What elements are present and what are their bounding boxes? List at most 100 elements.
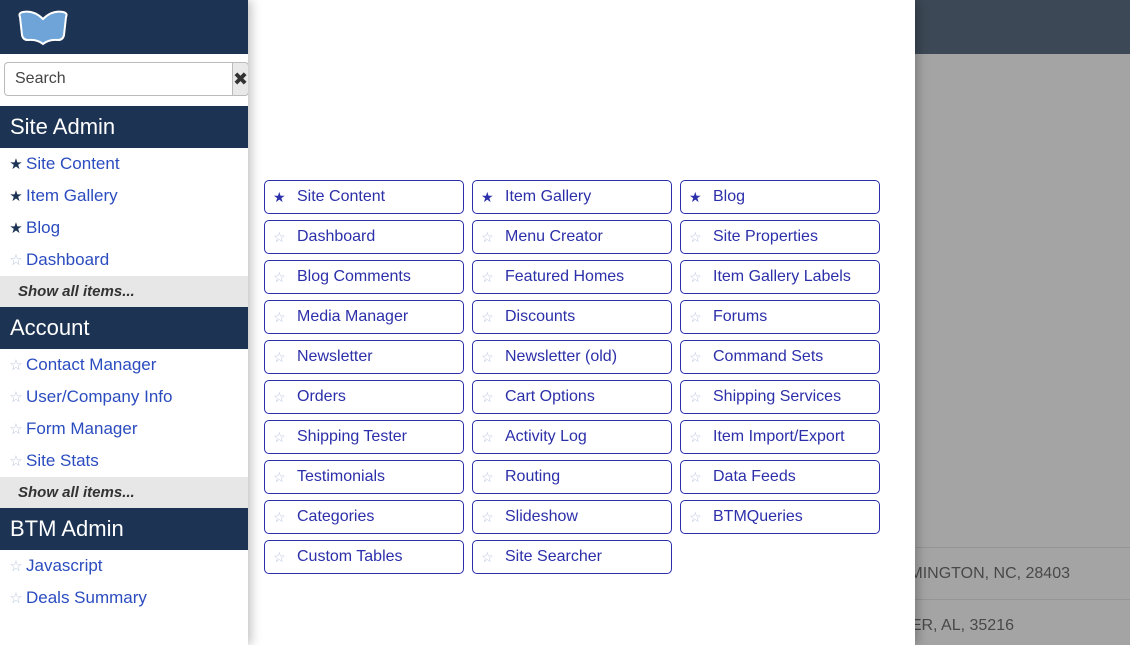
star-outline-icon[interactable]: ☆ xyxy=(6,251,26,269)
flyout-item-label: Site Properties xyxy=(713,228,818,246)
star-outline-icon[interactable]: ☆ xyxy=(6,557,26,575)
star-outline-icon[interactable]: ☆ xyxy=(689,389,709,406)
flyout-item[interactable]: ☆Shipping Services xyxy=(680,380,880,414)
sidebar-item-label: Site Content xyxy=(26,154,120,174)
star-outline-icon[interactable]: ☆ xyxy=(273,429,293,446)
star-outline-icon[interactable]: ☆ xyxy=(6,420,26,438)
star-outline-icon[interactable]: ☆ xyxy=(689,509,709,526)
search-input[interactable] xyxy=(4,62,232,96)
flyout-item-label: Slideshow xyxy=(505,508,578,526)
star-outline-icon[interactable]: ☆ xyxy=(273,469,293,486)
star-outline-icon[interactable]: ☆ xyxy=(481,309,501,326)
star-outline-icon[interactable]: ☆ xyxy=(273,389,293,406)
flyout-item-label: Testimonials xyxy=(297,468,385,486)
flyout-item[interactable]: ☆Menu Creator xyxy=(472,220,672,254)
star-outline-icon[interactable]: ☆ xyxy=(6,356,26,374)
star-outline-icon[interactable]: ☆ xyxy=(689,469,709,486)
star-filled-icon[interactable]: ★ xyxy=(6,187,26,205)
star-outline-icon[interactable]: ☆ xyxy=(273,509,293,526)
flyout-item[interactable]: ☆Discounts xyxy=(472,300,672,334)
star-outline-icon[interactable]: ☆ xyxy=(6,452,26,470)
sidebar-item[interactable]: ☆Dashboard xyxy=(0,244,248,276)
sidebar-item[interactable]: ★Item Gallery xyxy=(0,180,248,212)
sidebar-item-label: Contact Manager xyxy=(26,355,156,375)
flyout-item[interactable]: ☆Shipping Tester xyxy=(264,420,464,454)
flyout-item-label: Cart Options xyxy=(505,388,595,406)
flyout-item-label: Orders xyxy=(297,388,346,406)
star-filled-icon[interactable]: ★ xyxy=(6,155,26,173)
flyout-item-label: Site Content xyxy=(297,188,385,206)
star-filled-icon[interactable]: ★ xyxy=(689,189,709,206)
flyout-item[interactable]: ☆Routing xyxy=(472,460,672,494)
flyout-panel: ★Site Content★Item Gallery★Blog☆Dashboar… xyxy=(248,0,915,645)
flyout-item[interactable]: ☆Dashboard xyxy=(264,220,464,254)
sidebar-item[interactable]: ☆Form Manager xyxy=(0,413,248,445)
section-header: Site Admin xyxy=(0,106,248,148)
sidebar-item[interactable]: ☆Site Stats xyxy=(0,445,248,477)
flyout-item[interactable]: ★Site Content xyxy=(264,180,464,214)
star-outline-icon[interactable]: ☆ xyxy=(273,309,293,326)
flyout-item[interactable]: ☆Site Properties xyxy=(680,220,880,254)
flyout-item[interactable]: ☆Blog Comments xyxy=(264,260,464,294)
star-outline-icon[interactable]: ☆ xyxy=(481,469,501,486)
flyout-item-label: Dashboard xyxy=(297,228,375,246)
star-outline-icon[interactable]: ☆ xyxy=(6,589,26,607)
sidebar-item[interactable]: ☆Javascript xyxy=(0,550,248,582)
show-all-items[interactable]: Show all items... xyxy=(0,477,248,508)
flyout-item[interactable]: ☆Site Searcher xyxy=(472,540,672,574)
star-outline-icon[interactable]: ☆ xyxy=(689,309,709,326)
star-outline-icon[interactable]: ☆ xyxy=(273,229,293,246)
star-outline-icon[interactable]: ☆ xyxy=(6,388,26,406)
flyout-item-label: Newsletter xyxy=(297,348,373,366)
star-outline-icon[interactable]: ☆ xyxy=(481,349,501,366)
star-outline-icon[interactable]: ☆ xyxy=(481,389,501,406)
star-outline-icon[interactable]: ☆ xyxy=(689,349,709,366)
flyout-item[interactable]: ☆Slideshow xyxy=(472,500,672,534)
star-outline-icon[interactable]: ☆ xyxy=(273,349,293,366)
flyout-item[interactable]: ☆Testimonials xyxy=(264,460,464,494)
flyout-item-label: Item Gallery Labels xyxy=(713,268,851,286)
flyout-item-label: Blog xyxy=(713,188,745,206)
flyout-item[interactable]: ☆Item Gallery Labels xyxy=(680,260,880,294)
flyout-item[interactable]: ☆Command Sets xyxy=(680,340,880,374)
sidebar-item[interactable]: ☆User/Company Info xyxy=(0,381,248,413)
sidebar-item[interactable]: ★Site Content xyxy=(0,148,248,180)
flyout-item[interactable]: ☆Categories xyxy=(264,500,464,534)
show-all-items[interactable]: Show all items... xyxy=(0,276,248,307)
flyout-item[interactable]: ★Item Gallery xyxy=(472,180,672,214)
star-outline-icon[interactable]: ☆ xyxy=(481,269,501,286)
sidebar-item[interactable]: ☆Contact Manager xyxy=(0,349,248,381)
flyout-item[interactable]: ☆BTMQueries xyxy=(680,500,880,534)
star-filled-icon[interactable]: ★ xyxy=(481,189,501,206)
star-outline-icon[interactable]: ☆ xyxy=(481,229,501,246)
star-filled-icon[interactable]: ★ xyxy=(6,219,26,237)
sidebar-item-label: User/Company Info xyxy=(26,387,172,407)
flyout-item[interactable]: ☆Cart Options xyxy=(472,380,672,414)
sidebar-item-label: Deals Summary xyxy=(26,588,147,608)
star-filled-icon[interactable]: ★ xyxy=(273,189,293,206)
star-outline-icon[interactable]: ☆ xyxy=(481,549,501,566)
star-outline-icon[interactable]: ☆ xyxy=(481,429,501,446)
flyout-item[interactable]: ☆Custom Tables xyxy=(264,540,464,574)
star-outline-icon[interactable]: ☆ xyxy=(273,269,293,286)
flyout-item[interactable]: ★Blog xyxy=(680,180,880,214)
flyout-item[interactable]: ☆Forums xyxy=(680,300,880,334)
sidebar-item[interactable]: ☆Deals Summary xyxy=(0,582,248,614)
star-outline-icon[interactable]: ☆ xyxy=(689,229,709,246)
star-outline-icon[interactable]: ☆ xyxy=(273,549,293,566)
flyout-item-label: Activity Log xyxy=(505,428,587,446)
star-outline-icon[interactable]: ☆ xyxy=(689,429,709,446)
flyout-item-label: Shipping Services xyxy=(713,388,841,406)
flyout-item[interactable]: ☆Media Manager xyxy=(264,300,464,334)
flyout-item[interactable]: ☆Orders xyxy=(264,380,464,414)
star-outline-icon[interactable]: ☆ xyxy=(689,269,709,286)
star-outline-icon[interactable]: ☆ xyxy=(481,509,501,526)
flyout-item[interactable]: ☆Newsletter (old) xyxy=(472,340,672,374)
flyout-item[interactable]: ☆Activity Log xyxy=(472,420,672,454)
flyout-item[interactable]: ☆Newsletter xyxy=(264,340,464,374)
sidebar-item[interactable]: ★Blog xyxy=(0,212,248,244)
flyout-item[interactable]: ☆Item Import/Export xyxy=(680,420,880,454)
search-clear-button[interactable]: ✖ xyxy=(232,62,248,96)
flyout-item[interactable]: ☆Data Feeds xyxy=(680,460,880,494)
flyout-item[interactable]: ☆Featured Homes xyxy=(472,260,672,294)
